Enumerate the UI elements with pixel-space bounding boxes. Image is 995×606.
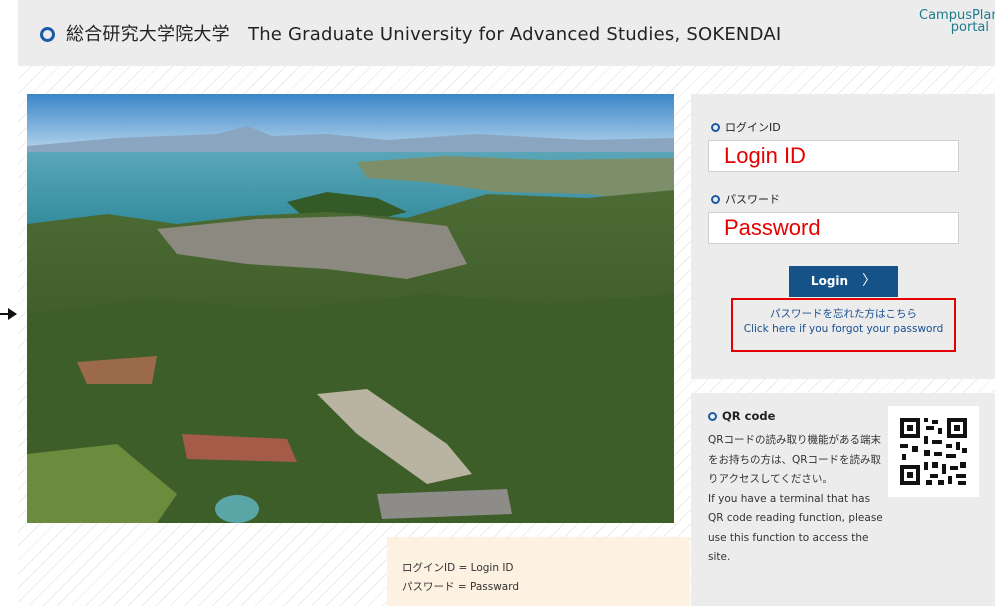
note-line-2: パスワード = Passward <box>402 581 520 593</box>
qr-description-en: If you have a terminal that has QR code … <box>708 492 883 564</box>
login-id-label-text: ログインID <box>725 121 781 134</box>
page-title: 総合研究大学院大学 The Graduate University for Ad… <box>66 24 782 45</box>
note-line-1: ログインID = Login ID <box>402 562 514 574</box>
qr-description-jp: QRコードの読み取り機能がある端末をお持ちの方は、QRコードを読み取りアクセスし… <box>708 434 882 485</box>
arrow-right-icon <box>0 308 17 320</box>
login-id-input[interactable]: Login ID <box>708 140 959 172</box>
ring-bullet-icon <box>40 27 55 42</box>
password-value: Password <box>724 215 821 240</box>
chevron-right-icon: 〉 <box>862 273 877 289</box>
forgot-password-jp: パスワードを忘れた方はこちら <box>770 308 917 320</box>
ring-bullet-icon <box>708 412 717 421</box>
login-id-label: ログインID <box>711 119 781 135</box>
qr-title: QR code <box>708 409 775 423</box>
login-button[interactable]: Login 〉 <box>789 266 898 297</box>
qr-code-icon <box>888 406 979 497</box>
forgot-password-en: Click here if you forgot your password <box>743 323 944 335</box>
qr-title-text: QR code <box>722 409 776 423</box>
header-bar: 総合研究大学院大学 The Graduate University for Ad… <box>18 0 995 66</box>
forgot-password-link[interactable]: パスワードを忘れた方はこちら Click here if you forgot … <box>731 298 956 352</box>
campusplan-logo[interactable]: CampusPlan portal <box>919 9 995 50</box>
ring-bullet-icon <box>711 123 720 132</box>
password-input[interactable]: Password <box>708 212 959 244</box>
login-panel: ログインID Login ID パスワード Password Login 〉 パス… <box>691 94 995 379</box>
login-button-label: Login <box>810 274 849 288</box>
ring-bullet-icon <box>711 195 720 204</box>
password-label-text: パスワード <box>725 193 780 206</box>
login-id-value: Login ID <box>724 143 806 168</box>
logo-line-2: portal <box>950 20 989 35</box>
qr-panel: QR code QRコードの読み取り機能がある端末をお持ちの方は、QRコードを読… <box>691 393 995 606</box>
campus-aerial-photo <box>27 94 674 523</box>
password-label: パスワード <box>711 191 780 207</box>
login-translation-note: ログインID = Login ID パスワード = Passward <box>387 537 690 606</box>
qr-description: QRコードの読み取り機能がある端末をお持ちの方は、QRコードを読み取りアクセスし… <box>708 431 883 568</box>
